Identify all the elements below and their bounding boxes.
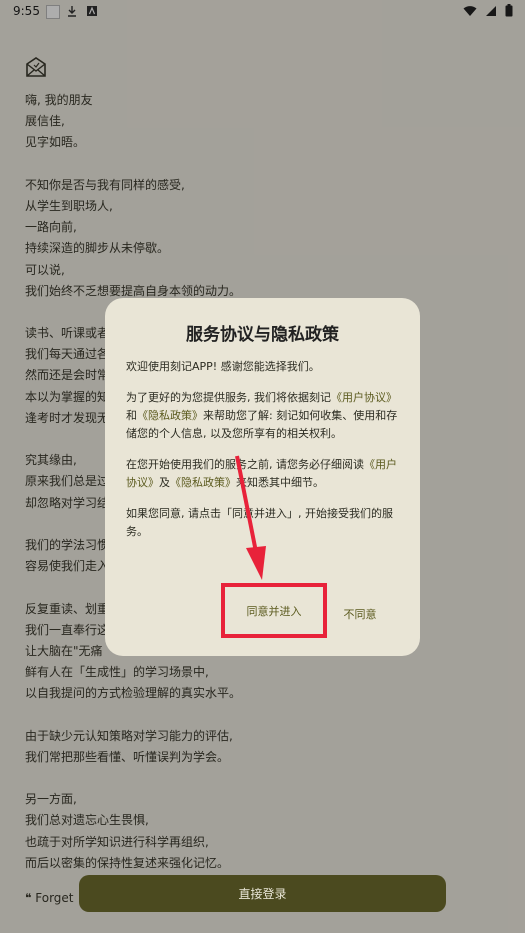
agree-and-enter-button[interactable]: 同意并进入: [221, 583, 327, 638]
dialog-text: 来知悉其中细节。: [236, 476, 324, 489]
dialog-text: 在您开始使用我们的服务之前, 请您务必仔细阅读: [126, 458, 364, 471]
dialog-welcome-text: 欢迎使用刻记APP! 感谢您能选择我们。: [126, 360, 320, 373]
dialog-text: 及: [159, 476, 170, 489]
dialog-text: 为了更好的为您提供服务, 我们将依据刻记: [126, 391, 331, 404]
dialog-paragraph-3: 在您开始使用我们的服务之前, 请您务必仔细阅读《用户协议》及《隐私政策》来知悉其…: [126, 456, 402, 492]
dialog-paragraph-2: 为了更好的为您提供服务, 我们将依据刻记《用户协议》和《隐私政策》来帮助您了解:…: [126, 389, 402, 443]
disagree-button[interactable]: 不同意: [330, 603, 390, 625]
dialog-body: 欢迎使用刻记APP! 感谢您能选择我们。 为了更好的为您提供服务, 我们将依据刻…: [126, 358, 402, 554]
privacy-policy-link[interactable]: 《隐私政策》: [137, 409, 203, 422]
dialog-paragraph-4: 如果您同意, 请点击「同意并进入」, 开始接受我们的服务。: [126, 507, 393, 538]
user-agreement-link[interactable]: 《用户协议》: [331, 391, 397, 404]
privacy-policy-link[interactable]: 《隐私政策》: [170, 476, 236, 489]
dialog-text: 和: [126, 409, 137, 422]
dialog-title: 服务协议与隐私政策: [186, 325, 339, 345]
direct-login-button[interactable]: 直接登录: [79, 875, 446, 912]
